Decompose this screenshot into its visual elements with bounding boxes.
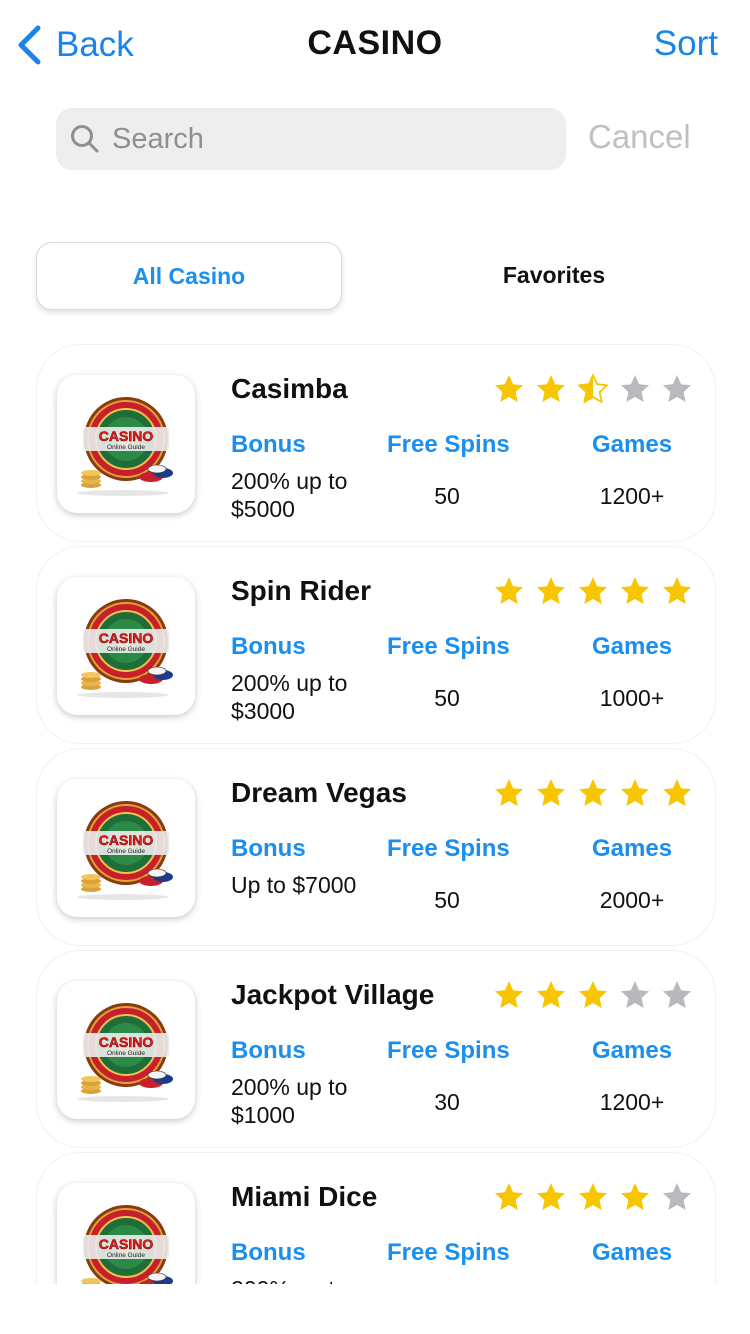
svg-text:CASINO: CASINO [99, 832, 154, 848]
games-label: Games [592, 1239, 673, 1266]
navigation-bar: Back CASINO Sort [0, 0, 750, 90]
page-title: CASINO [307, 24, 443, 62]
free-spins-value: 30 [434, 1089, 460, 1115]
games-label: Games [592, 633, 673, 660]
bonus-value: 200% up to $3000 [231, 670, 348, 724]
star-half-icon [578, 374, 608, 403]
star-empty-icon [663, 1183, 691, 1210]
bonus-value: 200% up to $1000 [231, 1074, 348, 1128]
bonus-label: Bonus [231, 431, 306, 458]
bonus-value: Up to $7000 [231, 872, 357, 898]
svg-text:CASINO: CASINO [99, 630, 154, 646]
star-filled-icon [495, 779, 523, 806]
star-filled-icon [537, 577, 565, 604]
games-label: Games [592, 835, 673, 862]
star-filled-icon [537, 981, 565, 1008]
bonus-label: Bonus [231, 633, 306, 660]
casino-name: Jackpot Village [231, 979, 435, 1010]
free-spins-value: 50 [434, 685, 460, 711]
star-filled-icon [663, 779, 691, 806]
star-empty-icon [663, 375, 691, 402]
segmented-control: All Casino Favorites [36, 242, 716, 312]
casino-name: Dream Vegas [231, 777, 407, 808]
games-value: 1200+ [599, 483, 665, 509]
svg-text:Online Guide: Online Guide [107, 1050, 145, 1057]
star-rating [493, 1181, 693, 1213]
casino-card[interactable]: CASINO Online Guide Dream Vegas Bonus Fr… [36, 748, 716, 946]
roulette-logo-icon: CASINO Online Guide [77, 801, 173, 900]
star-filled-icon [579, 981, 607, 1008]
tab-favorites[interactable]: Favorites [402, 242, 706, 308]
star-filled-icon [621, 779, 649, 806]
free-spins-label: Free Spins [387, 1239, 510, 1266]
star-rating [493, 777, 693, 809]
svg-text:Online Guide: Online Guide [107, 646, 145, 653]
search-icon [71, 125, 99, 153]
roulette-logo-icon: CASINO Online Guide [77, 599, 173, 698]
search-input[interactable] [110, 121, 514, 157]
casino-logo: CASINO Online Guide [57, 577, 195, 715]
star-empty-icon [621, 375, 649, 402]
casino-logo: CASINO Online Guide [57, 981, 195, 1119]
svg-text:Online Guide: Online Guide [107, 1252, 145, 1259]
games-label: Games [592, 431, 673, 458]
star-filled-icon [537, 375, 565, 402]
casino-name: Miami Dice [231, 1181, 378, 1212]
star-filled-icon [579, 577, 607, 604]
casino-list[interactable]: CASINO Online Guide Casimba Bonus Free S… [36, 344, 716, 1284]
games-label: Games [592, 1037, 673, 1064]
star-filled-icon [663, 577, 691, 604]
bonus-label: Bonus [231, 1037, 306, 1064]
casino-card[interactable]: CASINO Online Guide Miami Dice Bonus Fre… [36, 1152, 716, 1284]
star-empty-icon [621, 981, 649, 1008]
casino-card[interactable]: CASINO Online Guide Spin Rider Bonus Fre… [36, 546, 716, 744]
star-filled-icon [621, 577, 649, 604]
games-value: 1200+ [599, 1089, 665, 1115]
roulette-logo-icon: CASINO Online Guide [81, 1205, 173, 1284]
star-filled-icon [495, 981, 523, 1008]
bonus-value: 200% up to $5000 [231, 468, 348, 522]
svg-text:CASINO: CASINO [99, 428, 154, 444]
star-filled-icon [579, 779, 607, 806]
star-filled-icon [579, 1183, 607, 1210]
star-filled-icon [495, 375, 523, 402]
games-value: 1000+ [599, 685, 665, 711]
svg-text:CASINO: CASINO [99, 1034, 154, 1050]
free-spins-label: Free Spins [387, 835, 510, 862]
bonus-value: 200% up to [231, 1275, 381, 1284]
games-value: 2000+ [599, 887, 665, 913]
bonus-label: Bonus [231, 835, 306, 862]
casino-card[interactable]: CASINO Online Guide Casimba Bonus Free S… [36, 344, 716, 542]
roulette-logo-icon: CASINO Online Guide [77, 397, 173, 496]
star-rating [493, 979, 693, 1011]
casino-name: Casimba [231, 373, 348, 404]
tab-all-casino[interactable]: All Casino [36, 242, 342, 310]
star-filled-icon [495, 577, 523, 604]
roulette-logo-icon: CASINO Online Guide [77, 1003, 173, 1102]
free-spins-label: Free Spins [387, 633, 510, 660]
svg-text:Online Guide: Online Guide [107, 848, 145, 855]
free-spins-value: 50 [434, 887, 460, 913]
free-spins-label: Free Spins [387, 431, 510, 458]
casino-logo: CASINO Online Guide [57, 779, 195, 917]
casino-logo: CASINO Online Guide [57, 375, 195, 513]
casino-name: Spin Rider [231, 575, 372, 606]
free-spins-label: Free Spins [387, 1037, 510, 1064]
svg-text:Online Guide: Online Guide [107, 444, 145, 451]
casino-card[interactable]: CASINO Online Guide Jackpot Village Bonu… [36, 950, 716, 1148]
search-bar[interactable] [56, 108, 566, 170]
bonus-label: Bonus [231, 1239, 306, 1266]
cancel-button[interactable]: Cancel [588, 118, 691, 156]
star-rating [493, 373, 693, 405]
star-filled-icon [537, 779, 565, 806]
free-spins-value: 50 [434, 483, 460, 509]
star-rating [493, 575, 693, 607]
star-empty-icon [663, 981, 691, 1008]
star-filled-icon [621, 1183, 649, 1210]
svg-text:CASINO: CASINO [99, 1236, 154, 1252]
star-filled-icon [495, 1183, 523, 1210]
star-filled-icon [537, 1183, 565, 1210]
sort-button[interactable]: Sort [654, 24, 718, 64]
casino-logo: CASINO Online Guide [57, 1183, 195, 1284]
